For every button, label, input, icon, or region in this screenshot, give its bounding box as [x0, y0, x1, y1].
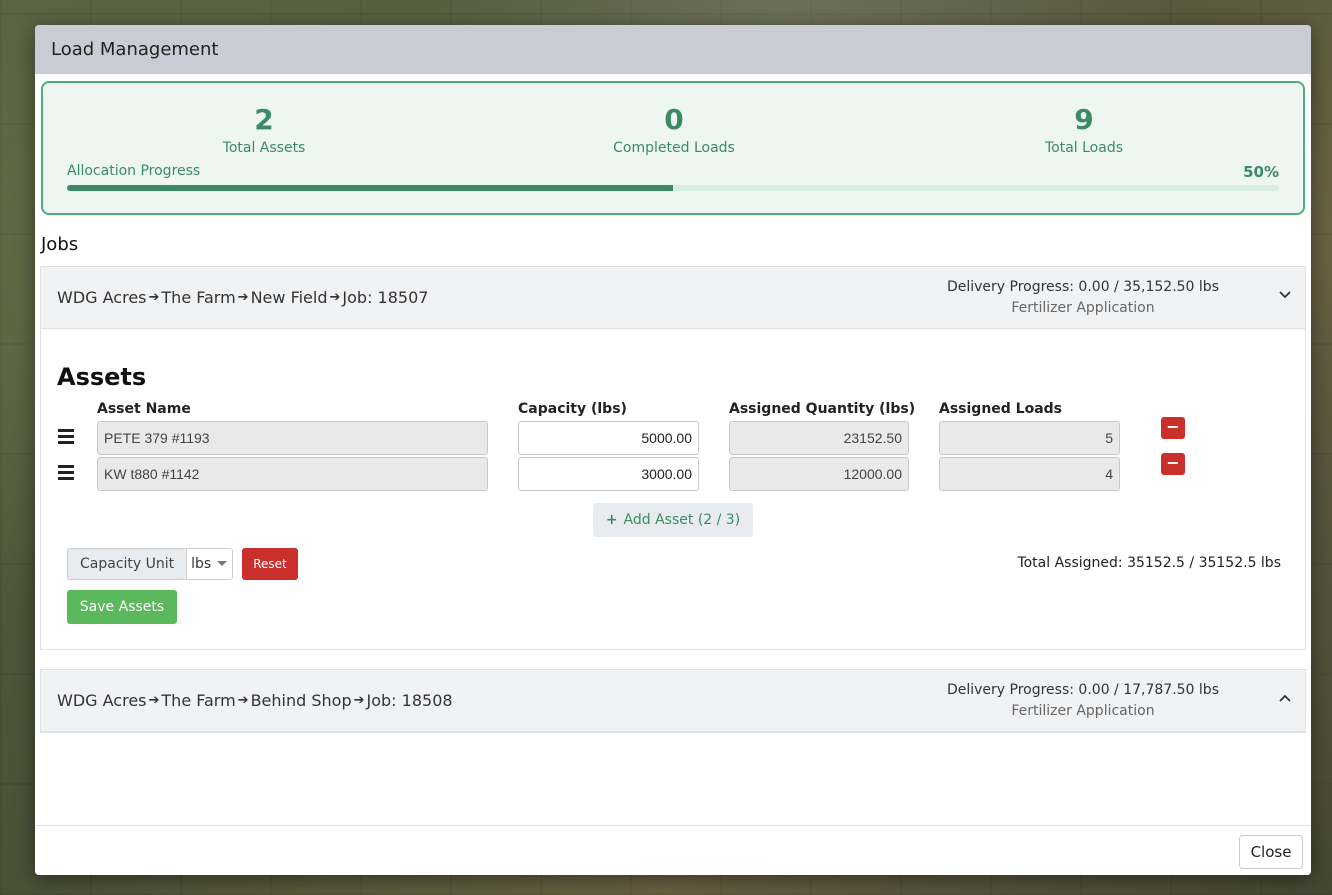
assigned-loads-field: 5	[939, 421, 1120, 455]
capacity-unit-value: lbs	[191, 556, 212, 572]
col-capacity: Capacity (lbs)	[518, 401, 627, 417]
job-body: Assets Asset Name Capacity (lbs) Assigne…	[41, 329, 1305, 649]
arrow-right-icon: ➔	[237, 693, 249, 708]
drag-handle-icon[interactable]	[58, 429, 74, 447]
job-panel: WDG Acres ➔ The Farm ➔ New Field ➔ Job: …	[40, 266, 1306, 650]
crumb-field: Behind Shop	[250, 691, 352, 710]
stat-total-loads: 9 Total Loads	[974, 101, 1194, 157]
completed-loads-label: Completed Loads	[613, 140, 735, 156]
crumb-job: Job: 18507	[342, 288, 429, 307]
asset-name-field: KW t880 #1142	[97, 457, 488, 491]
assigned-quantity-field: 12000.00	[729, 457, 909, 491]
delivery-progress-text: Delivery Progress: 0.00 / 17,787.50 lbs	[946, 682, 1219, 698]
add-asset-button[interactable]: + Add Asset (2 / 3)	[593, 503, 753, 537]
total-loads-value: 9	[1074, 103, 1094, 136]
delivery-progress: Delivery Progress: 0.00 / 17,787.50 lbs …	[947, 680, 1219, 722]
capacity-input[interactable]: 5000.00	[518, 421, 699, 455]
assigned-quantity-field: 23152.50	[729, 421, 909, 455]
remove-asset-button[interactable]: −	[1161, 453, 1185, 475]
modal-footer: Close	[35, 825, 1311, 875]
allocation-progress-percent: 50%	[1243, 163, 1279, 181]
asset-row: KW t880 #1142 3000.00 12000.00 4 −	[41, 453, 1305, 491]
capacity-input[interactable]: 3000.00	[518, 457, 699, 491]
crumb-field: New Field	[250, 288, 328, 307]
assets-heading: Assets	[57, 363, 147, 391]
col-assigned-loads: Assigned Loads	[939, 401, 1063, 417]
reset-button[interactable]: Reset	[242, 548, 298, 580]
caret-down-icon	[217, 561, 228, 566]
delivery-progress-text: Delivery Progress: 0.00 / 35,152.50 lbs	[946, 279, 1219, 295]
drag-handle-icon[interactable]	[58, 465, 74, 483]
allocation-progress-label: Allocation Progress	[67, 163, 201, 179]
modal-header: Load Management	[35, 25, 1311, 74]
arrow-right-icon: ➔	[148, 290, 160, 305]
load-management-modal: Load Management 2 Total Assets 0 Complet…	[35, 25, 1311, 875]
stats-panel: 2 Total Assets 0 Completed Loads 9 Total…	[41, 81, 1305, 215]
close-button[interactable]: Close	[1239, 835, 1303, 869]
arrow-right-icon: ➔	[148, 693, 160, 708]
crumb-customer: WDG Acres	[57, 691, 147, 710]
arrow-right-icon: ➔	[329, 290, 341, 305]
add-asset-label: Add Asset (2 / 3)	[623, 512, 741, 528]
remove-asset-button[interactable]: −	[1161, 417, 1185, 439]
capacity-unit-select[interactable]: lbs	[187, 548, 234, 580]
delivery-progress: Delivery Progress: 0.00 / 35,152.50 lbs …	[947, 277, 1219, 319]
crumb-customer: WDG Acres	[57, 288, 147, 307]
job-header[interactable]: WDG Acres ➔ The Farm ➔ New Field ➔ Job: …	[41, 267, 1305, 329]
col-assigned-quantity: Assigned Quantity (lbs)	[729, 401, 916, 417]
stat-completed-loads: 0 Completed Loads	[564, 101, 784, 157]
arrow-right-icon: ➔	[237, 290, 249, 305]
modal-title: Load Management	[51, 39, 219, 60]
job-header[interactable]: WDG Acres ➔ The Farm ➔ Behind Shop ➔ Job…	[41, 670, 1305, 732]
completed-loads-value: 0	[664, 103, 684, 136]
col-asset-name: Asset Name	[97, 401, 191, 417]
stat-total-assets: 2 Total Assets	[154, 101, 374, 157]
job-panel: WDG Acres ➔ The Farm ➔ Behind Shop ➔ Job…	[40, 669, 1306, 733]
total-assets-value: 2	[254, 103, 274, 136]
chevron-up-icon[interactable]	[1279, 690, 1291, 706]
assigned-loads-field: 4	[939, 457, 1120, 491]
total-assets-label: Total Assets	[222, 140, 306, 156]
job-type: Fertilizer Application	[1011, 300, 1155, 316]
job-type: Fertilizer Application	[1011, 703, 1155, 719]
chevron-down-icon[interactable]	[1279, 287, 1291, 303]
asset-row: PETE 379 #1193 5000.00 23152.50 5 −	[41, 417, 1305, 455]
total-assigned: Total Assigned: 35152.5 / 35152.5 lbs	[1017, 555, 1281, 571]
crumb-job: Job: 18508	[366, 691, 453, 710]
asset-name-field: PETE 379 #1193	[97, 421, 488, 455]
job-breadcrumb: WDG Acres ➔ The Farm ➔ Behind Shop ➔ Job…	[57, 691, 453, 710]
save-assets-button[interactable]: Save Assets	[67, 590, 177, 624]
allocation-progress-fill	[67, 185, 673, 191]
job-breadcrumb: WDG Acres ➔ The Farm ➔ New Field ➔ Job: …	[57, 288, 428, 307]
total-loads-label: Total Loads	[1044, 140, 1124, 156]
capacity-unit-group: Capacity Unit lbs	[67, 548, 234, 580]
crumb-farm: The Farm	[161, 288, 236, 307]
capacity-unit-label: Capacity Unit	[67, 548, 188, 580]
crumb-farm: The Farm	[161, 691, 236, 710]
arrow-right-icon: ➔	[353, 693, 365, 708]
plus-icon: +	[605, 512, 618, 528]
allocation-progress-bar	[67, 185, 1279, 191]
jobs-heading: Jobs	[41, 234, 79, 255]
